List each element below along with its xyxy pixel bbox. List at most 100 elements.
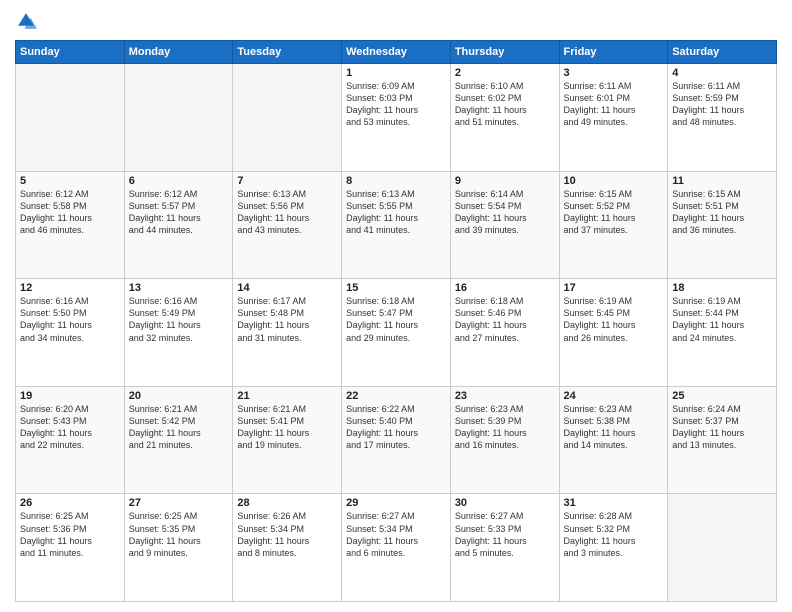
day-info: Sunrise: 6:14 AM Sunset: 5:54 PM Dayligh… [455,188,555,237]
day-info: Sunrise: 6:23 AM Sunset: 5:39 PM Dayligh… [455,403,555,452]
day-number: 23 [455,390,555,402]
day-number: 25 [672,390,772,402]
day-number: 14 [237,282,337,294]
day-number: 28 [237,497,337,509]
day-number: 20 [129,390,229,402]
day-info: Sunrise: 6:17 AM Sunset: 5:48 PM Dayligh… [237,295,337,344]
day-number: 31 [564,497,664,509]
calendar-week-4: 26Sunrise: 6:25 AM Sunset: 5:36 PM Dayli… [16,494,777,602]
day-info: Sunrise: 6:21 AM Sunset: 5:42 PM Dayligh… [129,403,229,452]
calendar-cell: 29Sunrise: 6:27 AM Sunset: 5:34 PM Dayli… [342,494,451,602]
calendar-cell: 8Sunrise: 6:13 AM Sunset: 5:55 PM Daylig… [342,171,451,279]
calendar-cell: 23Sunrise: 6:23 AM Sunset: 5:39 PM Dayli… [450,386,559,494]
day-info: Sunrise: 6:20 AM Sunset: 5:43 PM Dayligh… [20,403,120,452]
calendar-cell: 28Sunrise: 6:26 AM Sunset: 5:34 PM Dayli… [233,494,342,602]
day-info: Sunrise: 6:18 AM Sunset: 5:47 PM Dayligh… [346,295,446,344]
calendar-cell: 2Sunrise: 6:10 AM Sunset: 6:02 PM Daylig… [450,64,559,172]
day-number: 5 [20,175,120,187]
day-info: Sunrise: 6:12 AM Sunset: 5:58 PM Dayligh… [20,188,120,237]
calendar-week-3: 19Sunrise: 6:20 AM Sunset: 5:43 PM Dayli… [16,386,777,494]
calendar-cell [16,64,125,172]
weekday-header-monday: Monday [124,41,233,64]
calendar-cell: 12Sunrise: 6:16 AM Sunset: 5:50 PM Dayli… [16,279,125,387]
calendar-cell: 10Sunrise: 6:15 AM Sunset: 5:52 PM Dayli… [559,171,668,279]
day-info: Sunrise: 6:15 AM Sunset: 5:52 PM Dayligh… [564,188,664,237]
day-number: 10 [564,175,664,187]
day-number: 7 [237,175,337,187]
day-info: Sunrise: 6:09 AM Sunset: 6:03 PM Dayligh… [346,80,446,129]
weekday-header-thursday: Thursday [450,41,559,64]
day-number: 30 [455,497,555,509]
day-info: Sunrise: 6:13 AM Sunset: 5:56 PM Dayligh… [237,188,337,237]
day-info: Sunrise: 6:10 AM Sunset: 6:02 PM Dayligh… [455,80,555,129]
day-info: Sunrise: 6:15 AM Sunset: 5:51 PM Dayligh… [672,188,772,237]
calendar-week-2: 12Sunrise: 6:16 AM Sunset: 5:50 PM Dayli… [16,279,777,387]
day-number: 19 [20,390,120,402]
day-number: 24 [564,390,664,402]
day-number: 22 [346,390,446,402]
calendar-cell: 27Sunrise: 6:25 AM Sunset: 5:35 PM Dayli… [124,494,233,602]
calendar-cell [233,64,342,172]
calendar-cell: 13Sunrise: 6:16 AM Sunset: 5:49 PM Dayli… [124,279,233,387]
logo [15,10,41,32]
page: SundayMondayTuesdayWednesdayThursdayFrid… [0,0,792,612]
day-number: 13 [129,282,229,294]
day-number: 4 [672,67,772,79]
calendar-cell: 20Sunrise: 6:21 AM Sunset: 5:42 PM Dayli… [124,386,233,494]
calendar-cell: 26Sunrise: 6:25 AM Sunset: 5:36 PM Dayli… [16,494,125,602]
day-number: 18 [672,282,772,294]
day-info: Sunrise: 6:11 AM Sunset: 5:59 PM Dayligh… [672,80,772,129]
day-number: 9 [455,175,555,187]
day-number: 11 [672,175,772,187]
day-number: 16 [455,282,555,294]
calendar-cell: 18Sunrise: 6:19 AM Sunset: 5:44 PM Dayli… [668,279,777,387]
day-number: 12 [20,282,120,294]
day-info: Sunrise: 6:16 AM Sunset: 5:50 PM Dayligh… [20,295,120,344]
day-info: Sunrise: 6:16 AM Sunset: 5:49 PM Dayligh… [129,295,229,344]
day-info: Sunrise: 6:21 AM Sunset: 5:41 PM Dayligh… [237,403,337,452]
calendar-cell: 11Sunrise: 6:15 AM Sunset: 5:51 PM Dayli… [668,171,777,279]
day-number: 26 [20,497,120,509]
day-info: Sunrise: 6:27 AM Sunset: 5:33 PM Dayligh… [455,510,555,559]
calendar-cell: 25Sunrise: 6:24 AM Sunset: 5:37 PM Dayli… [668,386,777,494]
day-info: Sunrise: 6:23 AM Sunset: 5:38 PM Dayligh… [564,403,664,452]
calendar-cell: 21Sunrise: 6:21 AM Sunset: 5:41 PM Dayli… [233,386,342,494]
calendar-week-0: 1Sunrise: 6:09 AM Sunset: 6:03 PM Daylig… [16,64,777,172]
day-number: 29 [346,497,446,509]
day-info: Sunrise: 6:19 AM Sunset: 5:45 PM Dayligh… [564,295,664,344]
weekday-header-saturday: Saturday [668,41,777,64]
calendar-cell: 5Sunrise: 6:12 AM Sunset: 5:58 PM Daylig… [16,171,125,279]
day-number: 8 [346,175,446,187]
calendar-cell: 1Sunrise: 6:09 AM Sunset: 6:03 PM Daylig… [342,64,451,172]
day-number: 6 [129,175,229,187]
weekday-header-row: SundayMondayTuesdayWednesdayThursdayFrid… [16,41,777,64]
day-number: 15 [346,282,446,294]
calendar-cell: 4Sunrise: 6:11 AM Sunset: 5:59 PM Daylig… [668,64,777,172]
day-info: Sunrise: 6:11 AM Sunset: 6:01 PM Dayligh… [564,80,664,129]
day-number: 1 [346,67,446,79]
header [15,10,777,32]
day-info: Sunrise: 6:18 AM Sunset: 5:46 PM Dayligh… [455,295,555,344]
calendar-table: SundayMondayTuesdayWednesdayThursdayFrid… [15,40,777,602]
day-info: Sunrise: 6:28 AM Sunset: 5:32 PM Dayligh… [564,510,664,559]
calendar-cell: 7Sunrise: 6:13 AM Sunset: 5:56 PM Daylig… [233,171,342,279]
calendar-cell: 3Sunrise: 6:11 AM Sunset: 6:01 PM Daylig… [559,64,668,172]
day-number: 27 [129,497,229,509]
day-info: Sunrise: 6:25 AM Sunset: 5:36 PM Dayligh… [20,510,120,559]
day-info: Sunrise: 6:25 AM Sunset: 5:35 PM Dayligh… [129,510,229,559]
calendar-cell [668,494,777,602]
calendar-cell [124,64,233,172]
day-info: Sunrise: 6:13 AM Sunset: 5:55 PM Dayligh… [346,188,446,237]
calendar-cell: 19Sunrise: 6:20 AM Sunset: 5:43 PM Dayli… [16,386,125,494]
calendar-cell: 30Sunrise: 6:27 AM Sunset: 5:33 PM Dayli… [450,494,559,602]
calendar-cell: 16Sunrise: 6:18 AM Sunset: 5:46 PM Dayli… [450,279,559,387]
weekday-header-sunday: Sunday [16,41,125,64]
weekday-header-tuesday: Tuesday [233,41,342,64]
day-info: Sunrise: 6:22 AM Sunset: 5:40 PM Dayligh… [346,403,446,452]
weekday-header-wednesday: Wednesday [342,41,451,64]
calendar-cell: 31Sunrise: 6:28 AM Sunset: 5:32 PM Dayli… [559,494,668,602]
calendar-cell: 14Sunrise: 6:17 AM Sunset: 5:48 PM Dayli… [233,279,342,387]
day-info: Sunrise: 6:24 AM Sunset: 5:37 PM Dayligh… [672,403,772,452]
day-number: 17 [564,282,664,294]
day-number: 3 [564,67,664,79]
